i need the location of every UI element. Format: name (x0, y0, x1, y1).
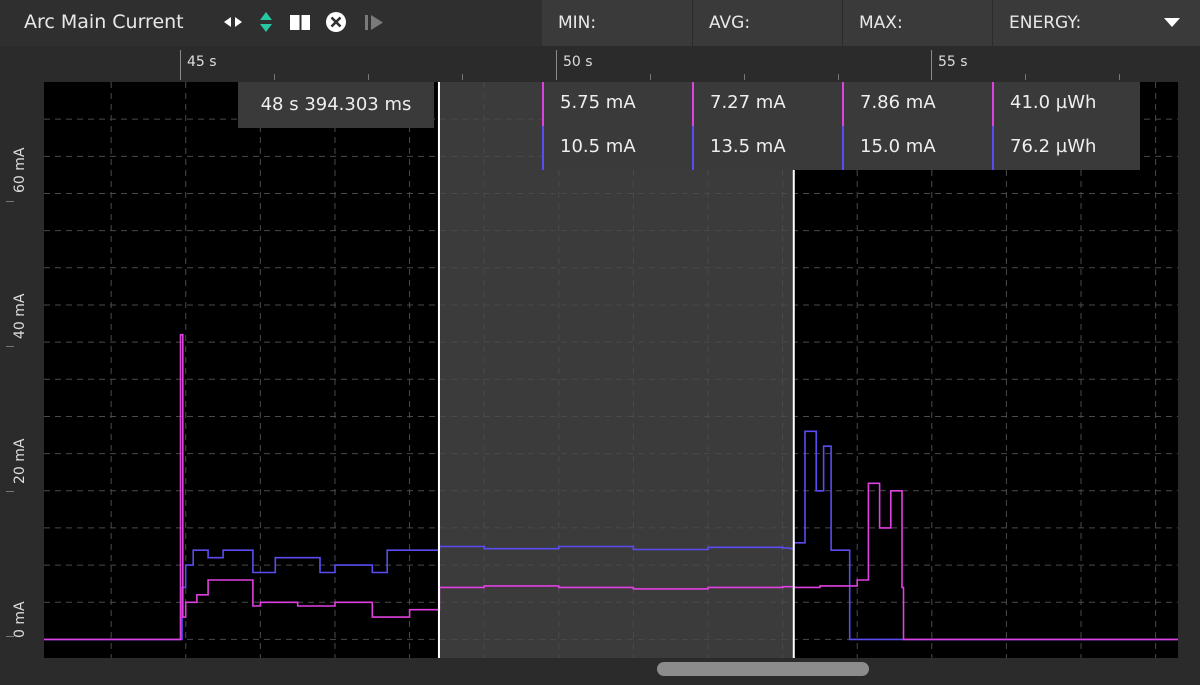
x-major-tick (931, 50, 932, 80)
y-tick (6, 636, 14, 637)
series-line-1 (44, 430, 1178, 641)
scrollbar-thumb[interactable] (657, 662, 869, 676)
series-1-max: 7.86 mA (860, 92, 936, 113)
stats-header: MIN: AVG: MAX: ENERGY: (542, 0, 1200, 46)
series-line-2 (44, 333, 1178, 641)
series-2-max: 15.0 mA (860, 136, 936, 157)
time-axis: 45 s 50 s 55 s (0, 46, 1200, 82)
x-minor-tick (650, 74, 651, 80)
x-tick-label: 55 s (938, 54, 968, 70)
x-tick-label: 50 s (563, 54, 593, 70)
series-1-min: 5.75 mA (560, 92, 636, 113)
panel-title: Arc Main Current (24, 11, 184, 33)
x-minor-tick (368, 74, 369, 80)
x-tick-label: 45 s (187, 54, 217, 70)
y-tick (6, 491, 14, 492)
y-tick (6, 201, 14, 202)
x-minor-tick (462, 74, 463, 80)
play-next-icon[interactable] (362, 10, 386, 34)
horizontal-scrollbar[interactable] (0, 658, 1200, 685)
x-major-tick (180, 50, 181, 80)
x-minor-tick (1119, 74, 1120, 80)
y-tick-label-40: 40 mA (12, 293, 28, 339)
y-tick-label-20: 20 mA (12, 438, 28, 484)
pause-icon[interactable] (288, 10, 312, 34)
max-column-header: MAX: (842, 0, 992, 46)
cursor-time-label: 48 s 394.303 ms (238, 82, 434, 128)
y-tick-label-60: 60 mA (12, 147, 28, 193)
clear-icon[interactable] (324, 10, 348, 34)
y-tick (6, 346, 14, 347)
toolbar: Arc Main Current MIN: AVG: MAX: ENERGY: (0, 0, 1200, 46)
x-minor-tick (838, 74, 839, 80)
series-1-avg: 7.27 mA (710, 92, 786, 113)
stats-panel: 5.75 mA 7.27 mA 7.86 mA 41.0 µWh 10.5 mA… (542, 82, 1140, 170)
y-tick-label-0: 0 mA (12, 601, 28, 638)
energy-column-header: ENERGY: (992, 0, 1142, 46)
min-column-header: MIN: (558, 13, 597, 33)
pan-horizontal-icon[interactable] (222, 10, 244, 34)
series-2-avg: 13.5 mA (710, 136, 786, 157)
x-minor-tick (744, 74, 745, 80)
chevron-down-icon[interactable] (1160, 10, 1184, 34)
avg-column-header: AVG: (692, 0, 842, 46)
series-2-min: 10.5 mA (560, 136, 636, 157)
x-major-tick (556, 50, 557, 80)
x-minor-tick (274, 74, 275, 80)
series-1-energy: 41.0 µWh (1010, 92, 1097, 113)
zoom-vertical-icon[interactable] (256, 10, 276, 34)
x-minor-tick (1025, 74, 1026, 80)
series-2-energy: 76.2 µWh (1010, 136, 1097, 157)
